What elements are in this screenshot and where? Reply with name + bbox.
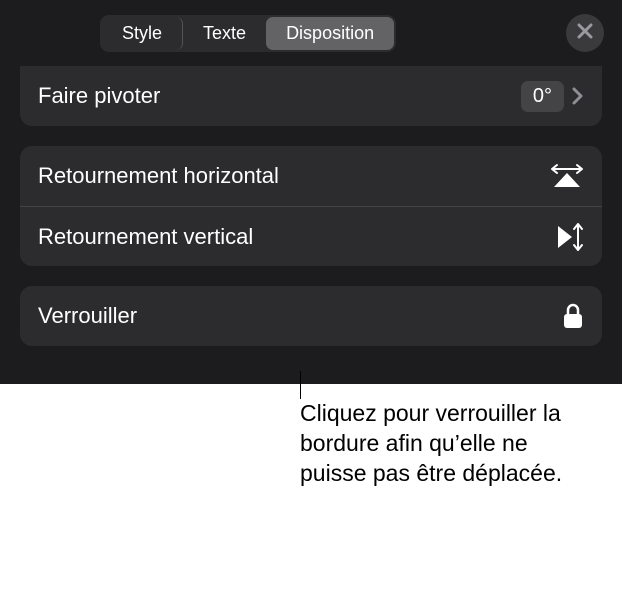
- close-button[interactable]: [566, 14, 604, 52]
- chevron-right-icon: [572, 87, 584, 105]
- close-icon: [577, 23, 593, 44]
- flip-horizontal-label: Retournement horizontal: [38, 163, 550, 189]
- flip-vertical-row[interactable]: Retournement vertical: [20, 206, 602, 266]
- tab-text[interactable]: Texte: [183, 17, 266, 50]
- flip-vertical-label: Retournement vertical: [38, 224, 554, 250]
- inspector-panel: Style Texte Disposition Faire pivoter 0°: [0, 0, 622, 384]
- flip-horizontal-icon: [550, 163, 584, 189]
- rotate-value: 0°: [521, 81, 564, 112]
- callout-line: [300, 371, 301, 399]
- lock-row[interactable]: Verrouiller: [20, 286, 602, 346]
- rotate-row[interactable]: Faire pivoter 0°: [20, 66, 602, 126]
- flip-vertical-icon: [554, 222, 584, 252]
- rotate-label: Faire pivoter: [38, 83, 521, 109]
- callout: Cliquez pour verrouiller la bordure afin…: [300, 399, 590, 489]
- rotate-group: Faire pivoter 0°: [20, 66, 602, 126]
- segmented-control: Style Texte Disposition: [100, 15, 396, 52]
- lock-group: Verrouiller: [20, 286, 602, 346]
- lock-label: Verrouiller: [38, 303, 562, 329]
- lock-icon: [562, 302, 584, 330]
- tab-style[interactable]: Style: [102, 17, 183, 50]
- tab-layout[interactable]: Disposition: [266, 17, 394, 50]
- callout-text: Cliquez pour verrouiller la bordure afin…: [300, 399, 590, 489]
- flip-group: Retournement horizontal Retournement ver…: [20, 146, 602, 266]
- tab-bar: Style Texte Disposition: [0, 0, 622, 66]
- flip-horizontal-row[interactable]: Retournement horizontal: [20, 146, 602, 206]
